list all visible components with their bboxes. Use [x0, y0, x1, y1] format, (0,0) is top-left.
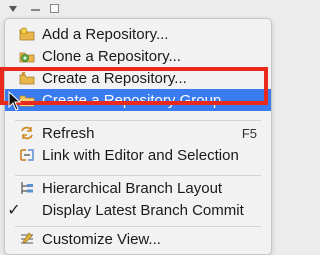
maximize-icon[interactable] [50, 4, 59, 13]
menu-item-label: Clone a Repository... [42, 47, 181, 65]
triangle-down-icon[interactable] [9, 6, 17, 12]
menu-item-create-repository[interactable]: Create a Repository... [5, 67, 271, 89]
add-repository-icon [19, 27, 35, 41]
menu-item-display-latest-branch-commit[interactable]: ✓ Display Latest Branch Commit [5, 199, 271, 221]
customize-icon [21, 232, 33, 244]
menu-item-label: Add a Repository... [42, 25, 169, 43]
menu-separator [15, 120, 261, 121]
hierarchy-icon [21, 182, 33, 194]
menu-item-label: Link with Editor and Selection [42, 146, 239, 164]
menu-item-label: Create a Repository Group... [42, 91, 234, 109]
shortcut-label: F5 [241, 125, 257, 141]
menu-separator [15, 175, 261, 176]
menu-item-customize-view[interactable]: Customize View... [5, 228, 271, 250]
menu-item-label: Customize View... [42, 230, 161, 248]
menu-item-label: Create a Repository... [42, 69, 187, 87]
checkmark-icon: ✓ [7, 202, 21, 219]
menu-item-refresh[interactable]: Refresh F5 [5, 122, 271, 144]
menu-separator [15, 226, 261, 227]
menu-item-create-repository-group[interactable]: Create a Repository Group... [5, 89, 271, 111]
menu-item-add-repository[interactable]: Add a Repository... [5, 23, 271, 45]
menu-item-clone-repository[interactable]: Clone a Repository... [5, 45, 271, 67]
menu-item-link-with-editor[interactable]: Link with Editor and Selection [5, 144, 271, 166]
mouse-pointer-icon [8, 91, 22, 111]
menu-item-label: Display Latest Branch Commit [42, 201, 244, 219]
view-menu: Add a Repository... Clone a Repository..… [4, 18, 272, 255]
view-toolbar [0, 0, 274, 20]
refresh-icon [21, 126, 33, 140]
menu-item-hierarchical-branch-layout[interactable]: Hierarchical Branch Layout [5, 177, 271, 199]
menu-item-label: Refresh [42, 124, 95, 142]
create-repository-icon [19, 71, 35, 85]
minimize-icon[interactable] [31, 9, 40, 11]
link-icon [20, 149, 34, 161]
clone-repository-icon [19, 52, 35, 63]
menu-item-label: Hierarchical Branch Layout [42, 179, 223, 197]
